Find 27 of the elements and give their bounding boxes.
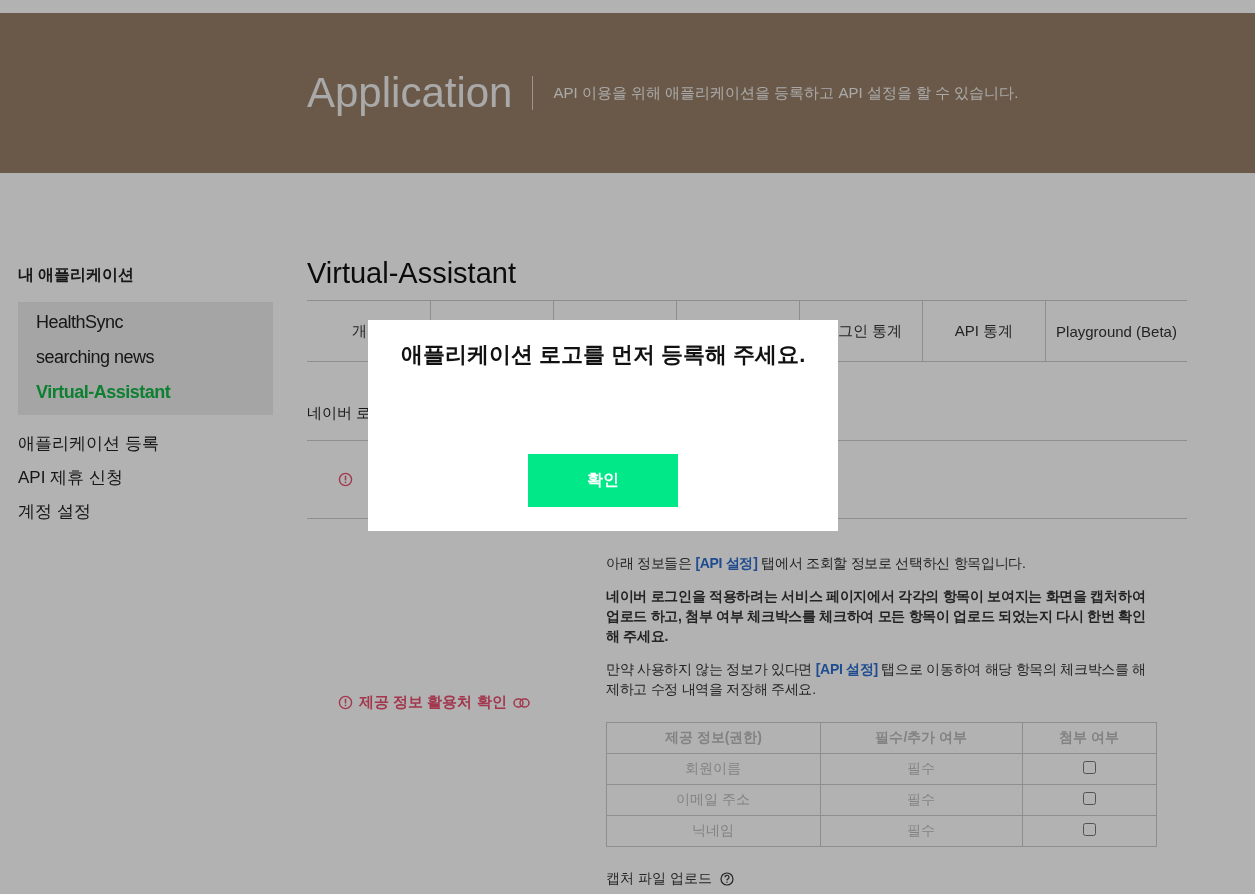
sidebar-link[interactable]: API 제휴 신청 — [18, 461, 273, 495]
upload-label: 캡처 파일 업로드 — [606, 870, 712, 888]
info-paragraph: 아래 정보들은 [API 설정] 탭에서 조회할 정보로 선택하신 항목입니다. — [606, 554, 1027, 573]
attached-checkbox[interactable] — [1082, 792, 1096, 805]
tab[interactable]: API 통계 — [954, 321, 1014, 341]
attached-checkbox[interactable] — [1082, 761, 1096, 774]
alert-icon — [338, 472, 353, 487]
sidebar-link[interactable]: 애플리케이션 등록 — [18, 427, 273, 461]
app-link[interactable]: HealthSync — [36, 312, 273, 333]
attached-checkbox[interactable] — [1082, 823, 1096, 836]
link-icon[interactable] — [512, 697, 530, 708]
info-paragraph: 네이버 로그인을 적용하려는 서비스 페이지에서 각각의 항목이 보여지는 화면을 캡처하여 업로드 하고, 첨부 여부 체크박스를 체크하여 모든 항목이 업로드 되었는지 다시 한번 확인해 주세요. — [606, 587, 1147, 646]
section-label: 제공 정보 활용처 확인 — [359, 693, 507, 712]
page-subtitle: API 이용을 위해 애플리케이션을 등록하고 API 설정을 할 수 있습니다. — [553, 83, 1019, 103]
sidebar-title: 내 애플리케이션 — [18, 265, 136, 285]
tab[interactable]: Playground (Beta) — [1056, 322, 1177, 340]
info-paragraph: 만약 사용하지 않는 정보가 있다면 [API 설정] 탭으로 이동하여 해당 항목의 체크박스를 해제하고 수정 내역을 저장해 주세요. — [606, 660, 1148, 699]
tab[interactable]: 그인 통계 — [838, 321, 903, 341]
app-link[interactable]: searching news — [36, 347, 273, 368]
tab[interactable]: 개 — [352, 321, 367, 341]
page-title: Application — [307, 69, 513, 117]
api-settings-link[interactable]: [API 설정] — [695, 555, 758, 571]
help-icon[interactable] — [719, 872, 734, 886]
sidebar-link[interactable]: 계정 설정 — [18, 495, 273, 529]
app-title: Virtual-Assistant — [307, 257, 517, 291]
alert-icon — [338, 695, 353, 710]
api-settings-link[interactable]: [API 설정] — [815, 661, 878, 677]
